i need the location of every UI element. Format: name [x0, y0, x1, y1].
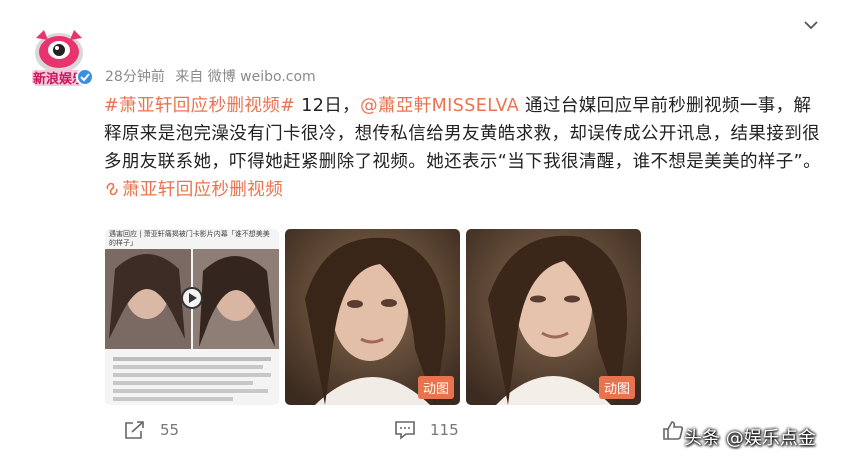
media-thumbnail-2[interactable]: 动图: [285, 229, 460, 405]
media-thumbnail-1[interactable]: 遇害回应 | 萧亚轩痛揭被门卡影片内幕「谁不想美美的样子」: [105, 229, 279, 405]
weibo-post-card: 新浪娱乐 28分钟前 来自 微博 weibo.com #萧亚轩回应秒删视频# 1…: [0, 0, 850, 464]
post-meta: 28分钟前 来自 微博 weibo.com: [105, 66, 322, 86]
thumbs-up-icon: [663, 421, 684, 440]
share-icon: [125, 421, 144, 439]
mention-link[interactable]: @蕭亞軒MISSELVA: [360, 96, 519, 116]
topic-link[interactable]: 萧亚轩回应秒删视频: [104, 180, 283, 200]
gif-badge: 动图: [417, 376, 454, 399]
media-thumbnail-3[interactable]: 动图: [466, 229, 641, 405]
comment-icon: [395, 421, 415, 440]
news-screenshot-image: [105, 229, 279, 405]
link-icon: [106, 182, 118, 196]
gif-badge: 动图: [598, 376, 635, 399]
comment-count: 115: [430, 421, 459, 439]
hashtag-link[interactable]: #萧亚轩回应秒删视频#: [104, 96, 295, 116]
verified-badge-icon: [76, 68, 94, 86]
more-options-chevron-icon[interactable]: [802, 16, 820, 34]
comment-action[interactable]: 115: [394, 420, 459, 440]
post-text: #萧亚轩回应秒删视频# 12日，@蕭亞軒MISSELVA 通过台媒回应早前秒删视…: [104, 92, 824, 204]
post-timestamp[interactable]: 28分钟前: [105, 69, 165, 85]
topic-link-label: 萧亚轩回应秒删视频: [122, 180, 284, 200]
share-count: 55: [160, 421, 180, 439]
post-source: 来自 微博 weibo.com: [175, 69, 316, 85]
play-icon[interactable]: [181, 287, 203, 309]
post-date: 12日，: [295, 96, 361, 116]
toutiao-watermark: 头条 @娱乐点金: [684, 428, 816, 449]
news-headline: 遇害回应 | 萧亚轩痛揭被门卡影片内幕「谁不想美美的样子」: [109, 230, 270, 247]
share-action[interactable]: 55: [124, 420, 179, 440]
